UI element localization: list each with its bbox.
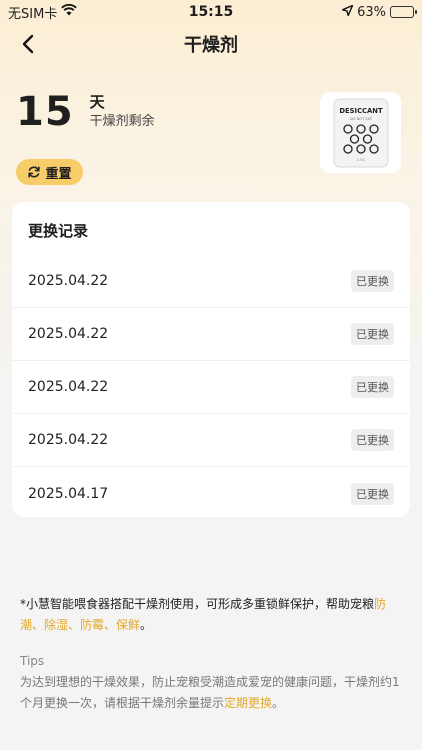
battery-percent: 63% <box>357 4 386 20</box>
history-list: 2025.04.22 已更换 2025.04.22 已更换 2025.04.22… <box>12 255 410 520</box>
product-brand: DESICCANT <box>339 107 383 115</box>
history-date: 2025.04.22 <box>28 326 109 342</box>
status-right: 63% <box>341 4 417 20</box>
status-badge: 已更换 <box>351 482 394 505</box>
back-button[interactable] <box>14 30 42 58</box>
tips-text: 为达到理想的干燥效果，防止宠粮受潮造成爱宠的健康问题，干燥剂约1个月更换一次，请… <box>20 675 400 710</box>
history-date: 2025.04.22 <box>28 432 109 448</box>
carrier-label: 无SIM卡 <box>8 6 58 22</box>
product-warning: DO NOT EAT <box>349 117 372 121</box>
history-date: 2025.04.22 <box>28 273 109 289</box>
days-label: 干燥剂剩余 <box>89 114 155 129</box>
status-badge: 已更换 <box>351 270 394 292</box>
note-text: *小慧智能喂食器搭配干燥剂使用，可形成多重锁鲜保护，帮助宠粮 <box>20 597 375 611</box>
status-badge: 已更换 <box>351 323 394 345</box>
wifi-icon <box>61 3 78 20</box>
nav-bar: 干燥剂 <box>0 24 422 64</box>
tips-body: 为达到理想的干燥效果，防止宠粮受潮造成爱宠的健康问题，干燥剂约1个月更换一次，请… <box>20 672 402 714</box>
history-title: 更换记录 <box>28 222 89 240</box>
history-row: 2025.04.22 已更换 <box>12 414 410 467</box>
product-weight: 2.5G <box>356 158 365 162</box>
days-unit: 天 <box>89 93 105 111</box>
history-date: 2025.04.22 <box>28 379 109 395</box>
usage-note: *小慧智能喂食器搭配干燥剂使用，可形成多重锁鲜保护，帮助宠粮防潮、除湿、防霉、保… <box>20 594 402 636</box>
status-left: 无SIM卡 <box>8 3 78 22</box>
desiccant-packet-image: DESICCANT DO NOT EAT 2.5G <box>333 98 388 167</box>
reset-button[interactable]: 重置 <box>16 159 83 185</box>
reset-label: 重置 <box>45 166 72 182</box>
tips-title: Tips <box>20 654 45 668</box>
history-row: 2025.04.22 已更换 <box>12 361 410 414</box>
history-row: 2025.04.22 已更换 <box>12 255 410 308</box>
history-row: 2025.04.22 已更换 <box>12 308 410 361</box>
days-remaining: 15 <box>16 89 74 135</box>
location-icon <box>341 4 354 20</box>
tips-highlight: 定期更换 <box>224 696 273 710</box>
tips-end: 。 <box>272 696 285 710</box>
product-image: DESICCANT DO NOT EAT 2.5G <box>320 92 401 173</box>
status-badge: 已更换 <box>351 376 394 398</box>
page-title: 干燥剂 <box>184 35 238 56</box>
remaining-summary: 15 天 干燥剂剩余 <box>16 92 155 132</box>
history-card: 更换记录 2025.04.22 已更换 2025.04.22 已更换 2025.… <box>12 202 410 517</box>
status-bar: 无SIM卡 15:15 63% <box>0 0 422 24</box>
note-end: 。 <box>140 618 153 632</box>
battery-icon <box>390 6 417 18</box>
status-badge: 已更换 <box>351 429 394 451</box>
refresh-icon <box>28 166 41 178</box>
history-date: 2025.04.17 <box>28 485 109 502</box>
history-row: 2025.04.17 已更换 <box>12 467 410 520</box>
chevron-left-icon <box>22 34 34 54</box>
days-meta: 天 干燥剂剩余 <box>90 92 155 132</box>
